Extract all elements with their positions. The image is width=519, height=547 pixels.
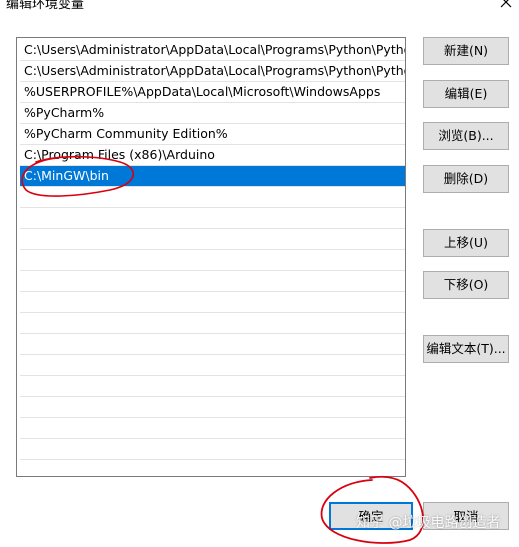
list-item-label: %USERPROFILE%\AppData\Local\Microsoft\Wi… [24,84,381,99]
list-item[interactable] [20,439,405,460]
list-item-label: C:\Program Files (x86)\Arduino [24,147,215,162]
list-item[interactable] [20,229,405,250]
list-item[interactable]: C:\Users\Administrator\AppData\Local\Pro… [20,61,406,82]
list-item[interactable]: %USERPROFILE%\AppData\Local\Microsoft\Wi… [20,82,405,103]
ok-button[interactable]: 确定 [329,502,413,530]
list-item[interactable] [20,208,405,229]
list-item-label: C:\MinGW\bin [24,168,109,183]
cancel-button[interactable]: 取消 [423,502,509,530]
list-item[interactable] [20,397,405,418]
edit-text-button[interactable]: 编辑文本(T)... [423,335,509,363]
edit-button[interactable]: 编辑(E) [423,80,509,108]
list-item[interactable] [20,313,405,334]
list-item-label: %PyCharm Community Edition% [24,126,228,141]
new-button[interactable]: 新建(N) [423,37,509,65]
list-item[interactable]: C:\Users\Administrator\AppData\Local\Pro… [20,40,406,61]
close-icon[interactable] [499,0,513,9]
list-item[interactable] [20,250,405,271]
list-item-label: C:\Users\Administrator\AppData\Local\Pro… [24,42,406,57]
list-item[interactable] [20,292,405,313]
delete-button[interactable]: 删除(D) [423,165,509,193]
move-up-button[interactable]: 上移(U) [423,229,509,257]
list-item[interactable] [20,376,405,397]
list-item[interactable] [20,334,405,355]
list-item-label: %PyCharm% [24,105,105,120]
list-item[interactable]: C:\Program Files (x86)\Arduino [20,145,405,166]
list-item[interactable] [20,355,405,376]
list-item[interactable]: C:\MinGW\bin [20,166,405,187]
list-item[interactable] [20,271,405,292]
list-item[interactable] [20,187,405,208]
path-list[interactable]: C:\Users\Administrator\AppData\Local\Pro… [16,37,406,477]
browse-button[interactable]: 浏览(B)... [423,122,509,150]
list-item[interactable] [20,418,405,439]
list-item-label: C:\Users\Administrator\AppData\Local\Pro… [24,63,406,78]
title-bar: 编辑环境变量 [0,0,519,14]
move-down-button[interactable]: 下移(O) [423,271,509,299]
list-item[interactable]: %PyCharm Community Edition% [20,124,405,145]
window-title: 编辑环境变量 [6,0,85,12]
list-item[interactable]: %PyCharm% [20,103,405,124]
list-item[interactable] [20,460,405,476]
